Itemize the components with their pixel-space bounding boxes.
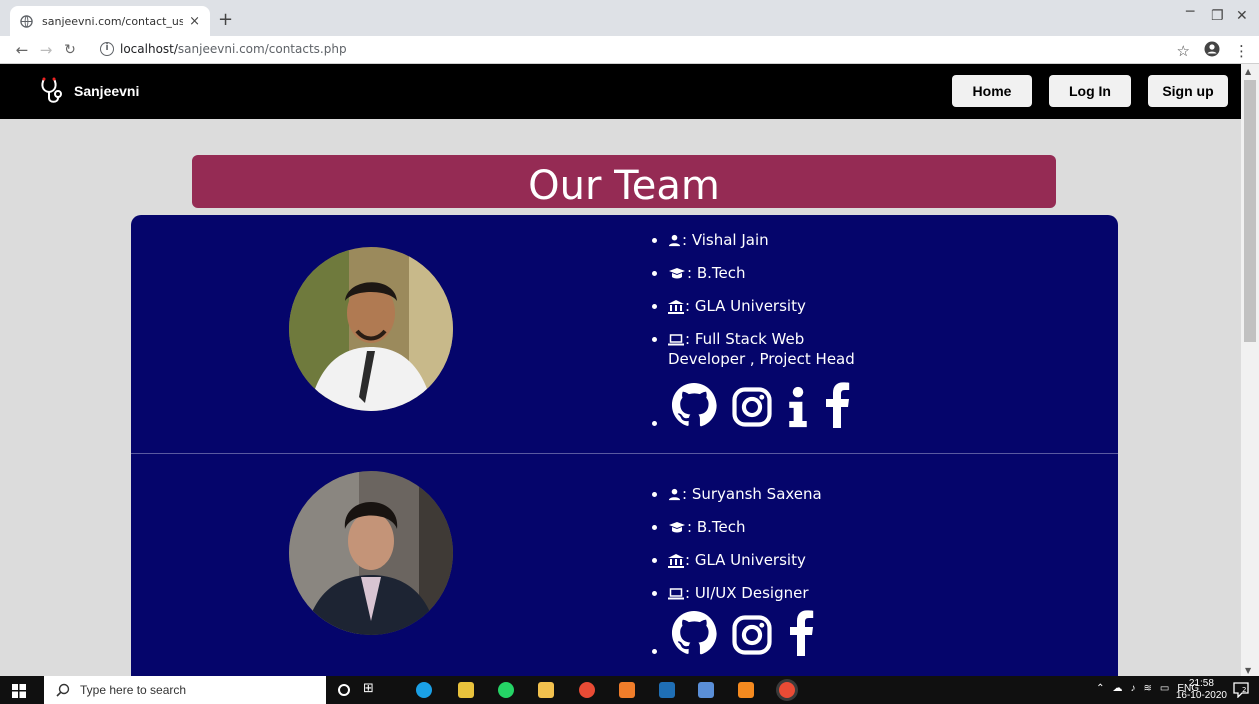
member-role: : Full Stack Web Developer , Project Hea… [652, 329, 867, 369]
url-host: localhost/ [120, 42, 178, 56]
globe-icon [20, 14, 34, 28]
task-view-icon[interactable]: ⊞ [363, 681, 379, 697]
member-university-text: : GLA University [685, 297, 806, 315]
member-degree-text: : B.Tech [687, 518, 746, 536]
member-info-list: : Vishal Jain : B.Tech : GLA University … [652, 230, 867, 382]
tab-title: sanjeevni.com/contact_us_page [42, 14, 184, 28]
forward-icon[interactable]: → [34, 41, 58, 59]
notification-count: 2 [1242, 686, 1246, 694]
scrollbar-thumb[interactable] [1244, 80, 1256, 342]
back-icon[interactable]: ← [10, 41, 34, 59]
member-name-text: : Vishal Jain [682, 231, 769, 249]
maximize-icon[interactable]: ❐ [1211, 8, 1224, 24]
vlc-icon[interactable] [738, 682, 754, 698]
instagram-icon[interactable] [731, 386, 773, 432]
profile-icon[interactable] [1204, 41, 1220, 61]
user-icon [668, 488, 681, 501]
member-degree: : B.Tech [652, 263, 867, 283]
store-icon[interactable] [458, 682, 474, 698]
bookmark-star-icon[interactable]: ☆ [1177, 42, 1190, 60]
file-explorer-icon[interactable] [538, 682, 554, 698]
reload-icon[interactable]: ↻ [58, 42, 82, 58]
member-name: : Suryansh Saxena [652, 484, 867, 504]
chrome-active-icon[interactable] [779, 682, 795, 698]
graduation-cap-icon [669, 268, 685, 279]
member-divider [131, 453, 1118, 454]
page-title: Our Team [192, 155, 1056, 208]
browser-tab[interactable]: sanjeevni.com/contact_us_page × [10, 6, 210, 36]
member-name-text: : Suryansh Saxena [682, 485, 822, 503]
minimize-icon[interactable]: ─ [1186, 4, 1194, 20]
member-university: : GLA University [652, 550, 867, 570]
member-photo [289, 471, 453, 635]
instagram-icon[interactable] [731, 614, 773, 660]
windows-taskbar: Type here to search ⊞ ⌃ ☁ ♪ ≋ ▭ ENG 21:5… [0, 676, 1259, 704]
app-icon[interactable] [698, 682, 714, 698]
clock-time: 21:58 [1188, 678, 1214, 689]
url-path: sanjeevni.com/contacts.php [177, 42, 347, 56]
member-role: : UI/UX Designer [652, 583, 867, 603]
facebook-icon[interactable] [823, 380, 851, 432]
taskbar-search-input[interactable]: Type here to search [44, 676, 326, 704]
edge-icon[interactable] [416, 682, 432, 698]
scroll-up-icon[interactable]: ▲ [1245, 67, 1251, 76]
member-role-text: : UI/UX Designer [685, 584, 809, 602]
close-window-icon[interactable]: ✕ [1236, 8, 1248, 24]
laptop-icon [668, 587, 684, 599]
team-panel [131, 215, 1118, 685]
signup-button[interactable]: Sign up [1148, 75, 1228, 107]
volume-icon[interactable]: ♪ [1130, 683, 1135, 694]
menu-kebab-icon[interactable]: ⋮ [1234, 42, 1249, 60]
chrome-icon[interactable] [579, 682, 595, 698]
whatsapp-icon[interactable] [498, 682, 514, 698]
social-links [652, 608, 815, 660]
new-tab-button[interactable]: + [218, 9, 233, 30]
search-icon [56, 683, 70, 697]
university-icon [668, 553, 684, 568]
stethoscope-logo-icon[interactable] [36, 76, 66, 106]
cloud-icon[interactable]: ☁ [1112, 683, 1122, 694]
notification-icon[interactable]: 2 [1233, 682, 1249, 702]
social-links [652, 380, 851, 432]
windows-start-icon[interactable] [12, 683, 26, 702]
clock-date: 16-10-2020 [1175, 690, 1227, 701]
site-navbar: Sanjeevni Home Log In Sign up [0, 64, 1241, 119]
clock[interactable]: 21:58 16-10-2020 [1176, 678, 1227, 702]
facebook-icon[interactable] [787, 608, 815, 660]
chevron-up-icon[interactable]: ⌃ [1096, 683, 1104, 694]
user-icon [668, 234, 681, 247]
home-button[interactable]: Home [952, 75, 1032, 107]
search-placeholder: Type here to search [80, 683, 187, 697]
member-degree: : B.Tech [652, 517, 867, 537]
member-name: : Vishal Jain [652, 230, 867, 250]
member-degree-text: : B.Tech [687, 264, 746, 282]
member-university-text: : GLA University [685, 551, 806, 569]
xampp-icon[interactable] [619, 682, 635, 698]
member-role-text: : Full Stack Web Developer , Project Hea… [668, 330, 855, 368]
close-tab-icon[interactable]: × [189, 14, 200, 29]
cortana-icon[interactable] [338, 684, 350, 696]
battery-icon[interactable]: ▭ [1160, 683, 1169, 694]
wifi-icon[interactable]: ≋ [1143, 683, 1151, 694]
graduation-cap-icon [669, 522, 685, 533]
member-info-list: : Suryansh Saxena : B.Tech : GLA Univers… [652, 484, 867, 616]
info-icon[interactable]: i [100, 42, 114, 56]
address-bar: ← → ↻ i localhost/sanjeevni.com/contacts… [0, 36, 1259, 64]
member-photo [289, 247, 453, 411]
github-icon[interactable] [671, 382, 717, 432]
url-field[interactable]: i localhost/sanjeevni.com/contacts.php [100, 42, 347, 56]
member-university: : GLA University [652, 296, 867, 316]
login-button[interactable]: Log In [1049, 75, 1131, 107]
scroll-down-icon[interactable]: ▼ [1245, 666, 1251, 675]
brand-name[interactable]: Sanjeevni [74, 83, 139, 99]
info-icon[interactable] [787, 386, 809, 432]
browser-tab-bar: sanjeevni.com/contact_us_page × + ─ ❐ ✕ [0, 0, 1259, 36]
app-icon[interactable] [659, 682, 675, 698]
github-icon[interactable] [671, 610, 717, 660]
laptop-icon [668, 333, 684, 345]
university-icon [668, 299, 684, 314]
